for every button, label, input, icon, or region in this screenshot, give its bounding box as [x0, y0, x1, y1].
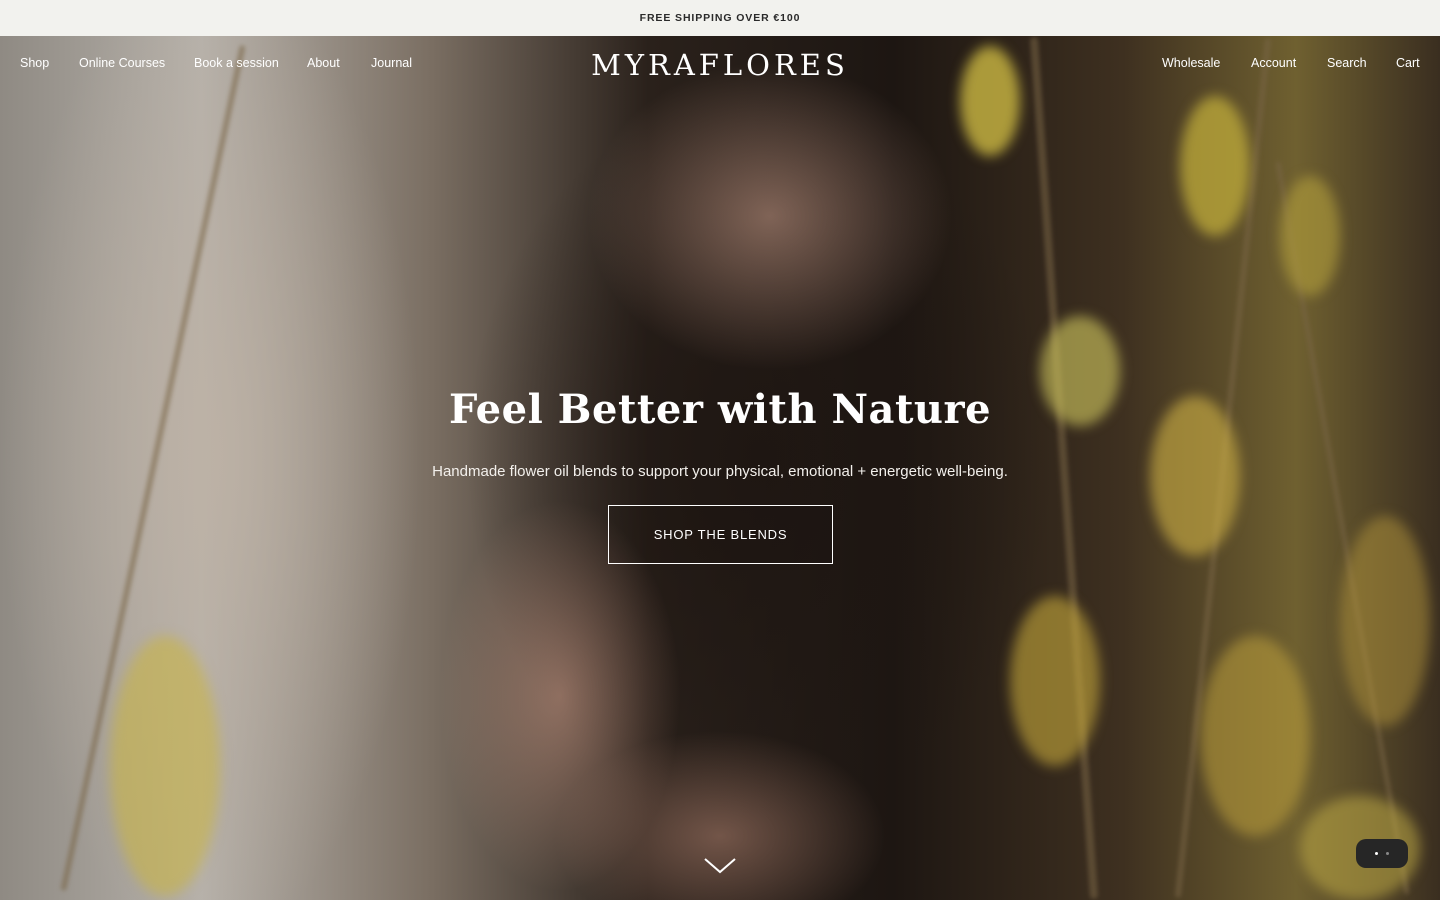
nav-book-a-session[interactable]: Book a session: [194, 56, 279, 70]
nav-online-courses[interactable]: Online Courses: [79, 56, 165, 70]
nav-search[interactable]: Search: [1327, 56, 1367, 70]
nav-wholesale[interactable]: Wholesale: [1162, 56, 1220, 70]
hero-title: Feel Better with Nature: [448, 386, 992, 433]
chevron-down-icon[interactable]: [702, 854, 738, 876]
nav-journal[interactable]: Journal: [371, 56, 412, 70]
nav-shop[interactable]: Shop: [20, 56, 49, 70]
shop-the-blends-button[interactable]: SHOP THE BLENDS: [608, 505, 833, 564]
brand-logo[interactable]: MYRAFLORES: [560, 48, 880, 82]
nav-about[interactable]: About: [307, 56, 340, 70]
announcement-text: FREE SHIPPING OVER €100: [639, 12, 801, 24]
nav-cart[interactable]: Cart: [1396, 56, 1420, 70]
announcement-bar: FREE SHIPPING OVER €100: [0, 0, 1440, 36]
chat-bubble-icon[interactable]: [1356, 839, 1408, 868]
hero-content: Feel Better with Nature Handmade flower …: [0, 386, 1440, 480]
hero-subtitle: Handmade flower oil blends to support yo…: [432, 463, 1008, 480]
nav-account[interactable]: Account: [1251, 56, 1296, 70]
